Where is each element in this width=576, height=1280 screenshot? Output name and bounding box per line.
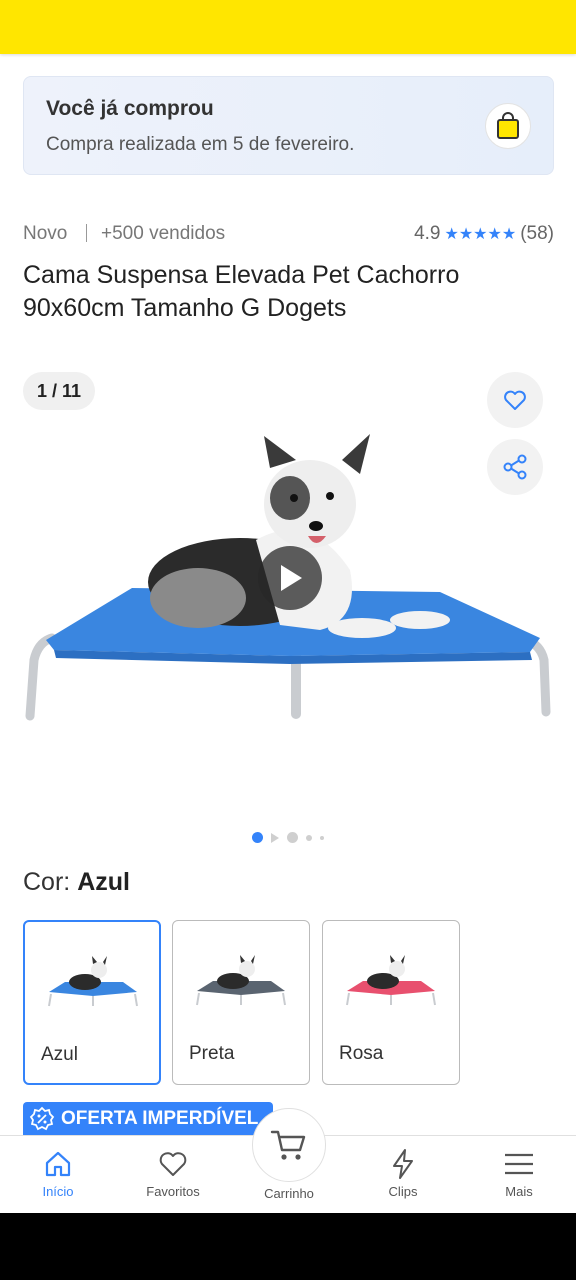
- nav-home-label: Início: [42, 1184, 74, 1199]
- nav-favorites[interactable]: Favoritos: [123, 1136, 223, 1214]
- purchase-notice-title: Você já comprou: [46, 97, 214, 120]
- image-counter: 1 / 11: [23, 372, 95, 410]
- play-icon: [281, 565, 302, 591]
- color-label-prefix: Cor:: [23, 868, 78, 896]
- color-option-azul[interactable]: Azul: [23, 920, 161, 1085]
- color-thumbnail: [48, 956, 138, 1007]
- pagination-video-indicator: [271, 832, 279, 843]
- nav-more-label: Mais: [505, 1184, 533, 1199]
- product-title: Cama Suspensa Elevada Pet Cachorro 90x60…: [23, 261, 460, 322]
- meta-divider: [86, 224, 87, 242]
- cart-icon: [270, 1130, 306, 1160]
- condition-label: Novo: [23, 223, 68, 244]
- product-meta: Novo +500 vendidos 4.9 ★★★★★ (58): [23, 221, 554, 247]
- nav-home[interactable]: Início: [8, 1136, 108, 1214]
- pagination-dot-active: [252, 832, 263, 843]
- menu-icon: [505, 1153, 533, 1175]
- color-selector-label: Cor: Azul: [23, 868, 130, 897]
- color-option-preta[interactable]: Preta: [172, 920, 310, 1085]
- color-option-label: Azul: [41, 1044, 78, 1065]
- home-icon: [45, 1151, 71, 1177]
- color-thumbnail: [196, 955, 286, 1006]
- color-option-label: Rosa: [339, 1043, 384, 1064]
- nav-cart-label: Carrinho: [264, 1186, 314, 1201]
- nav-clips-label: Clips: [388, 1184, 418, 1199]
- sold-count: +500 vendidos: [101, 223, 226, 244]
- heart-icon: [504, 390, 526, 410]
- bottom-navigation: Início Favoritos Carrinho Clips Mais: [0, 1108, 576, 1214]
- system-navigation-bar: [0, 1213, 576, 1280]
- nav-favorites-label: Favoritos: [146, 1184, 200, 1199]
- offer-badge: OFERTA IMPERDÍVEL: [23, 1102, 273, 1136]
- selected-color: Azul: [77, 868, 130, 896]
- purchase-notice-subtitle: Compra realizada em 5 de fevereiro.: [46, 134, 355, 155]
- star-rating-icon: ★★★★★: [444, 226, 517, 243]
- play-video-button[interactable]: [258, 546, 322, 610]
- color-option-label: Preta: [189, 1043, 235, 1064]
- rating-summary[interactable]: 4.9 ★★★★★ (58): [414, 223, 554, 245]
- color-thumbnail: [346, 955, 436, 1006]
- color-option-rosa[interactable]: Rosa: [322, 920, 460, 1085]
- pagination-dot: [306, 834, 312, 841]
- purchase-notice[interactable]: Você já comprou Compra realizada em 5 de…: [23, 76, 554, 175]
- shopping-bag-icon[interactable]: [485, 103, 531, 149]
- pagination-dot: [320, 835, 324, 840]
- discount-badge-icon: [29, 1106, 55, 1131]
- gallery-pagination: [0, 832, 576, 843]
- review-count: (58): [520, 223, 554, 244]
- heart-icon: [159, 1152, 187, 1176]
- nav-clips[interactable]: Clips: [353, 1136, 453, 1214]
- header-bar: [0, 0, 576, 54]
- pagination-dot: [287, 832, 298, 843]
- nav-cart[interactable]: [252, 1108, 326, 1182]
- lightning-icon: [393, 1149, 413, 1179]
- offer-badge-label: OFERTA IMPERDÍVEL: [61, 1108, 259, 1129]
- nav-more[interactable]: Mais: [469, 1136, 569, 1214]
- rating-value: 4.9: [414, 223, 441, 244]
